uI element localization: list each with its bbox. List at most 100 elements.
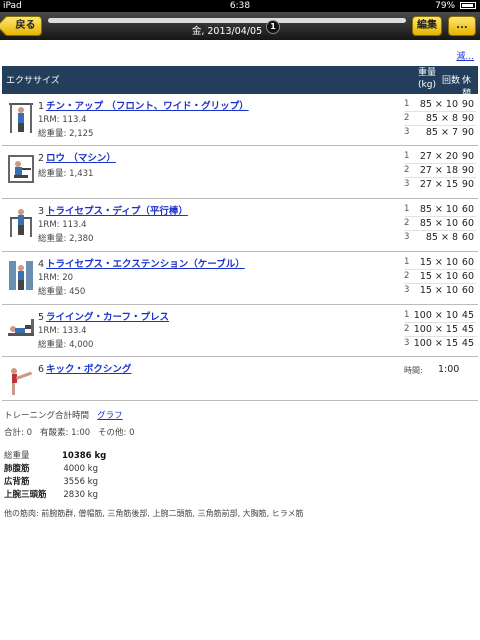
exercise-link[interactable]: キック・ボクシング xyxy=(46,364,131,375)
set-rest: 90 xyxy=(461,151,474,162)
exercise-row[interactable]: 2 ロウ （マシン） 総重量: 1,431 1 27 × 20 90 2 27 × 18… xyxy=(2,146,478,199)
graph-link[interactable]: グラフ xyxy=(97,411,123,421)
total-label: 総重量: xyxy=(38,234,67,244)
set-row[interactable]: 1 27 × 20 90 xyxy=(404,150,476,164)
set-rest: 60 xyxy=(461,271,474,282)
exercise-number: 2 xyxy=(38,153,45,164)
rm-value: 113.4 xyxy=(62,220,87,230)
exercise-row[interactable]: 1 チン・アップ （フロント、ワイド・グリップ） 1RM: 113.4 総重量: … xyxy=(2,94,478,146)
exercise-number: 4 xyxy=(38,259,45,270)
set-weight-reps: 85 × 8 xyxy=(425,232,458,243)
time-value: 1:00 xyxy=(438,364,460,375)
exercise-link[interactable]: ロウ （マシン） xyxy=(46,153,116,164)
muscle-value: 3556 kg xyxy=(63,477,98,487)
set-number: 2 xyxy=(404,113,410,123)
exercise-number: 6 xyxy=(38,364,45,375)
edit-button[interactable]: 編集 xyxy=(412,16,442,36)
set-row[interactable]: 2 85 × 10 60 xyxy=(404,217,476,231)
exercise-link[interactable]: トライセプス・エクステンション（ケーブル） xyxy=(46,259,245,270)
column-exercise: エクササイズ xyxy=(6,76,60,86)
chin-up-thumbnail-icon xyxy=(9,103,33,133)
exercise-link[interactable]: トライセプス・ディプ（平行棒） xyxy=(46,206,188,217)
back-button[interactable]: 戻る xyxy=(4,16,42,36)
total-time: 合計: 0 xyxy=(4,428,32,438)
rm-value: 113.4 xyxy=(62,115,87,125)
set-number: 2 xyxy=(404,218,410,228)
set-row[interactable]: 1 100 × 10 45 xyxy=(404,309,476,323)
set-number: 3 xyxy=(404,285,410,295)
rm-value: 20 xyxy=(62,273,74,283)
set-row[interactable]: 2 100 × 15 45 xyxy=(404,323,476,337)
exercise-link[interactable]: チン・アップ （フロント、ワイド・グリップ） xyxy=(46,101,249,112)
total-value: 2,125 xyxy=(69,129,94,139)
total-weight-label: 総重量 xyxy=(4,451,30,461)
exercise-row[interactable]: 4 トライセプス・エクステンション（ケーブル） 1RM: 20 総重量: 450 … xyxy=(2,252,478,305)
set-rest: 45 xyxy=(461,324,474,335)
set-weight-reps: 85 × 10 xyxy=(419,218,458,229)
back-button-label: 戻る xyxy=(15,20,36,31)
set-weight-reps: 100 × 15 xyxy=(413,324,458,335)
set-weight-reps: 85 × 10 xyxy=(419,99,458,110)
muscle-name: 広背筋 xyxy=(4,477,30,487)
reduce-link[interactable]: 減... xyxy=(456,49,474,62)
set-number: 1 xyxy=(404,310,410,320)
set-row[interactable]: 3 100 × 15 45 xyxy=(404,337,476,351)
set-rest: 90 xyxy=(461,113,474,124)
status-bar: iPad 6:38 79% xyxy=(0,0,480,12)
set-row[interactable]: 2 27 × 18 90 xyxy=(404,164,476,178)
cable-extension-thumbnail-icon xyxy=(9,261,33,290)
set-number: 1 xyxy=(404,257,410,267)
set-rest: 90 xyxy=(461,99,474,110)
muscle-value: 2830 kg xyxy=(63,490,98,500)
set-rest: 45 xyxy=(461,338,474,349)
battery-percent: 79% xyxy=(435,1,456,11)
more-button[interactable]: ... xyxy=(448,16,476,36)
battery-icon xyxy=(460,2,476,9)
set-list: 1 100 × 10 45 2 100 × 15 45 3 100 × 15 45 xyxy=(404,309,476,351)
set-rest: 60 xyxy=(461,218,474,229)
training-time-label: トレーニング合計時間 xyxy=(4,411,90,421)
exercise-row[interactable]: 5 ライイング・カーフ・プレス 1RM: 133.4 総重量: 4,000 1 10… xyxy=(2,305,478,357)
set-number: 1 xyxy=(404,99,410,109)
set-rest: 45 xyxy=(461,310,474,321)
column-weight: 重量 (kg) xyxy=(417,68,436,90)
set-rest: 60 xyxy=(461,285,474,296)
set-number: 2 xyxy=(404,271,410,281)
exercise-row[interactable]: 3 トライセプス・ディプ（平行棒） 1RM: 113.4 総重量: 2,380 1… xyxy=(2,199,478,252)
set-row[interactable]: 1 15 × 10 60 xyxy=(404,256,476,270)
set-row[interactable]: 3 15 × 10 60 xyxy=(404,284,476,298)
set-weight-reps: 85 × 8 xyxy=(425,113,458,124)
triceps-dip-thumbnail-icon xyxy=(10,209,32,237)
set-number: 2 xyxy=(404,165,410,175)
set-weight-reps: 85 × 7 xyxy=(425,127,458,138)
set-number: 2 xyxy=(404,324,410,334)
calf-press-thumbnail-icon xyxy=(8,319,34,336)
set-row[interactable]: 3 85 × 8 60 xyxy=(404,231,476,245)
muscle-row: 広背筋 3556 kg xyxy=(4,475,98,487)
total-label: 総重量: xyxy=(38,169,67,179)
set-number: 1 xyxy=(404,151,410,161)
set-row[interactable]: 2 15 × 10 60 xyxy=(404,270,476,284)
set-row[interactable]: 1 85 × 10 60 xyxy=(404,203,476,217)
exercise-number: 1 xyxy=(38,101,45,112)
set-row[interactable]: 3 27 × 15 90 xyxy=(404,178,476,192)
exercise-link[interactable]: ライイング・カーフ・プレス xyxy=(46,312,169,323)
other-muscles: 他の筋肉: 前腕筋群, 僧帽筋, 三角筋後部, 上腕二頭筋, 三角筋前部, 大胸… xyxy=(4,509,304,518)
set-row[interactable]: 3 85 × 7 90 xyxy=(404,126,476,140)
set-weight-reps: 15 × 10 xyxy=(419,257,458,268)
kick-boxing-thumbnail-icon xyxy=(11,368,33,395)
total-value: 1,431 xyxy=(69,169,94,179)
column-reps: 回数 xyxy=(442,76,461,86)
set-weight-reps: 100 × 15 xyxy=(413,338,458,349)
exercise-number: 5 xyxy=(38,312,45,323)
total-label: 総重量: xyxy=(38,340,67,350)
set-list: 1 15 × 10 60 2 15 × 10 60 3 15 × 10 60 xyxy=(404,256,476,298)
set-row[interactable]: 1 85 × 10 90 xyxy=(404,98,476,112)
set-row[interactable]: 2 85 × 8 90 xyxy=(404,112,476,126)
exercise-row[interactable]: 6 キック・ボクシング 時間: 1:00 xyxy=(2,357,478,401)
set-weight-reps: 27 × 20 xyxy=(419,151,458,162)
total-value: 450 xyxy=(69,287,86,297)
aerobic-time: 有酸素: 1:00 xyxy=(40,428,91,438)
set-weight-reps: 85 × 10 xyxy=(419,204,458,215)
set-number: 3 xyxy=(404,338,410,348)
